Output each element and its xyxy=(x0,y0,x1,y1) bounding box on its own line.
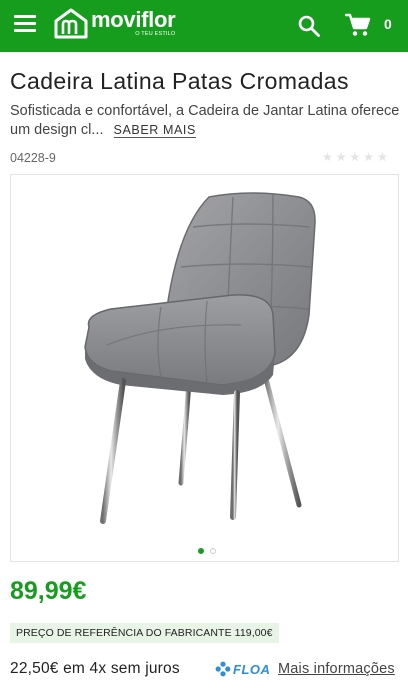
floa-logo: FLOA xyxy=(215,661,270,677)
star-icon: ★ xyxy=(349,150,361,164)
rating-stars[interactable]: ★ ★ ★ ★ ★ xyxy=(322,150,388,164)
gallery-dot-1[interactable] xyxy=(198,548,204,554)
gallery-pagination xyxy=(198,548,216,554)
product-image-gallery[interactable] xyxy=(10,174,399,562)
cart-icon[interactable] xyxy=(345,13,371,37)
star-icon: ★ xyxy=(363,150,375,164)
more-info-link[interactable]: Mais informações xyxy=(278,661,395,677)
floa-brand: FLOA xyxy=(233,661,271,677)
brand-logo[interactable]: moviflor O TEU ESTILO xyxy=(54,7,176,44)
product-price: 89,99€ xyxy=(10,577,87,605)
gallery-dot-2[interactable] xyxy=(210,548,216,554)
product-reference: 04228-9 xyxy=(10,151,56,165)
star-icon: ★ xyxy=(335,150,347,164)
search-icon[interactable] xyxy=(297,14,321,38)
product-image[interactable] xyxy=(11,175,398,561)
brand-name: moviflor xyxy=(91,7,176,32)
brand-logo-mark xyxy=(54,8,88,39)
top-header: moviflor O TEU ESTILO 0 xyxy=(0,0,408,52)
menu-icon[interactable] xyxy=(14,15,36,35)
star-icon: ★ xyxy=(377,150,388,164)
product-title: Cadeira Latina Patas Cromadas xyxy=(10,68,349,94)
installments-text: 22,50€ em 4x sem juros xyxy=(10,660,180,677)
cart-count-badge[interactable]: 0 xyxy=(384,16,392,32)
product-description: Sofisticada e confortável, a Cadeira de … xyxy=(10,102,400,140)
read-more-link[interactable]: SABER MAIS xyxy=(113,123,196,138)
star-icon: ★ xyxy=(322,150,333,164)
product-description-text: Sofisticada e confortável, a Cadeira de … xyxy=(10,103,400,138)
floa-logo-icon xyxy=(215,661,231,677)
manufacturer-reference-price: PREÇO DE REFERÊNCIA DO FABRICANTE 119,00… xyxy=(10,623,279,643)
